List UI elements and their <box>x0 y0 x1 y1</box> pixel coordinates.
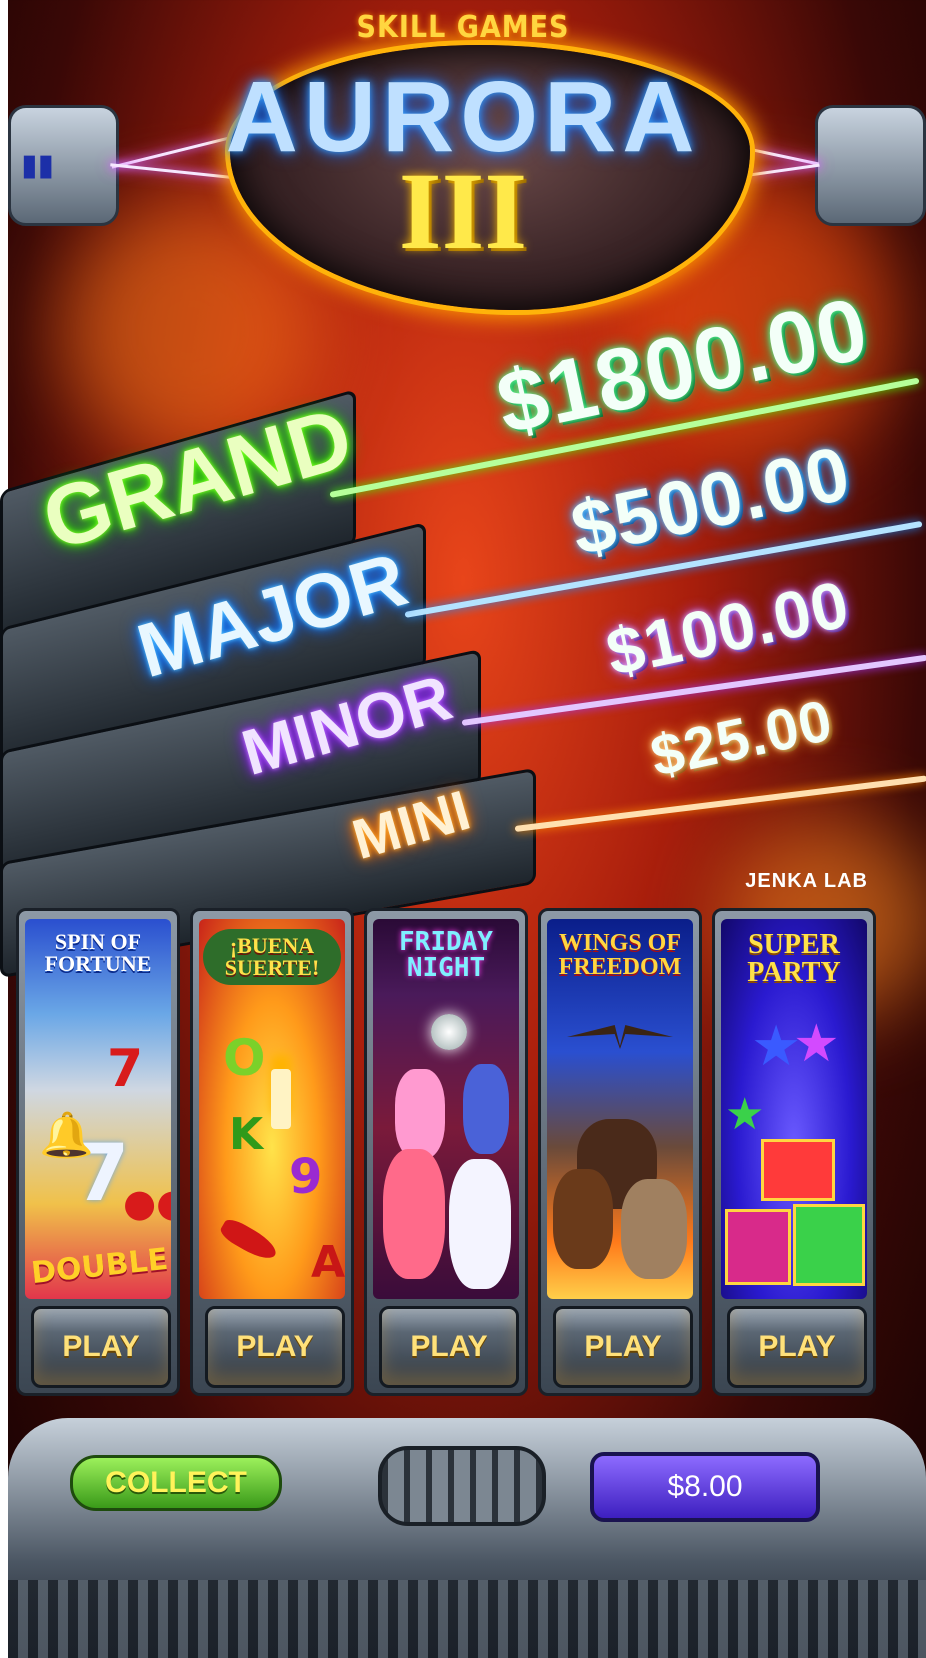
number-nine-symbol: 9 <box>289 1149 323 1205</box>
bottom-grille <box>8 1580 926 1658</box>
gift-box-icon <box>793 1204 865 1286</box>
dancing-character <box>463 1064 509 1154</box>
letter-k-symbol: K <box>229 1109 264 1160</box>
game-title: ¡BUENA SUERTE! <box>203 929 341 985</box>
play-button[interactable]: PLAY <box>727 1306 867 1388</box>
game-title: WINGS OF FREEDOM <box>558 930 682 980</box>
mini-beam <box>514 775 926 832</box>
gift-box-icon <box>761 1139 835 1201</box>
letter-a-symbol: A <box>311 1237 345 1288</box>
dancing-pig-character <box>395 1069 445 1159</box>
game-title: FRIDAY NIGHT <box>399 927 493 983</box>
disco-ball-icon <box>431 1014 467 1050</box>
wings-of-freedom-artwork: WINGS OF FREEDOM <box>547 919 693 1299</box>
friday-night-artwork: FRIDAY NIGHT <box>373 919 519 1299</box>
game-card-spin-of-fortune[interactable]: SPIN OF FORTUNE 7 7 🔔 ●● DOUBLE PLAY <box>16 908 180 1396</box>
star-icon: ★ <box>793 1014 840 1074</box>
eagle-icon <box>567 1025 673 1049</box>
buena-suerte-artwork: ¡BUENA SUERTE! O K 9 A <box>199 919 345 1299</box>
game-card-wings-of-freedom[interactable]: WINGS OF FREEDOM PLAY <box>538 908 702 1396</box>
gift-box-icon <box>725 1209 791 1285</box>
center-vent-graphic <box>378 1446 546 1526</box>
play-button[interactable]: PLAY <box>379 1306 519 1388</box>
star-icon: ★ <box>725 1089 765 1140</box>
spin-of-fortune-artwork: SPIN OF FORTUNE 7 7 🔔 ●● DOUBLE <box>25 919 171 1299</box>
pig-with-star-glasses-character <box>383 1149 445 1279</box>
letter-o-symbol: O <box>223 1029 266 1087</box>
game-selection-row: SPIN OF FORTUNE 7 7 🔔 ●● DOUBLE PLAY ¡BU… <box>16 908 926 1398</box>
play-button[interactable]: PLAY <box>205 1306 345 1388</box>
mini-jackpot-amount: $25.00 <box>645 687 839 790</box>
super-party-artwork: SUPER PARTY ★ ★ ★ <box>721 919 867 1299</box>
game-card-friday-night[interactable]: FRIDAY NIGHT PLAY <box>364 908 528 1396</box>
skill-games-title: SKILL GAMES <box>356 10 570 45</box>
bear-icon <box>553 1169 613 1269</box>
game-logo-numeral: III <box>398 150 528 272</box>
play-button[interactable]: PLAY <box>31 1306 171 1388</box>
slot-seven-icon: 7 <box>107 1039 144 1099</box>
double-label: DOUBLE <box>29 1241 170 1292</box>
candle-icon <box>271 1069 291 1129</box>
game-card-buena-suerte[interactable]: ¡BUENA SUERTE! O K 9 A PLAY <box>190 908 354 1396</box>
collect-button[interactable]: COLLECT <box>70 1455 282 1511</box>
game-card-super-party[interactable]: SUPER PARTY ★ ★ ★ PLAY <box>712 908 876 1396</box>
white-suit-character <box>449 1159 511 1289</box>
bell-icon: 🔔 <box>39 1110 94 1161</box>
ram-icon <box>621 1179 687 1279</box>
jenka-lab-logo: JENKA LAB <box>745 870 868 892</box>
cherry-icon: ●● <box>123 1181 171 1225</box>
play-button[interactable]: PLAY <box>553 1306 693 1388</box>
game-title: SUPER PARTY <box>747 929 841 988</box>
game-title: SPIN OF FORTUNE <box>44 929 152 976</box>
chili-pepper-icon <box>217 1215 281 1265</box>
credit-balance-display: $8.00 <box>590 1452 820 1522</box>
